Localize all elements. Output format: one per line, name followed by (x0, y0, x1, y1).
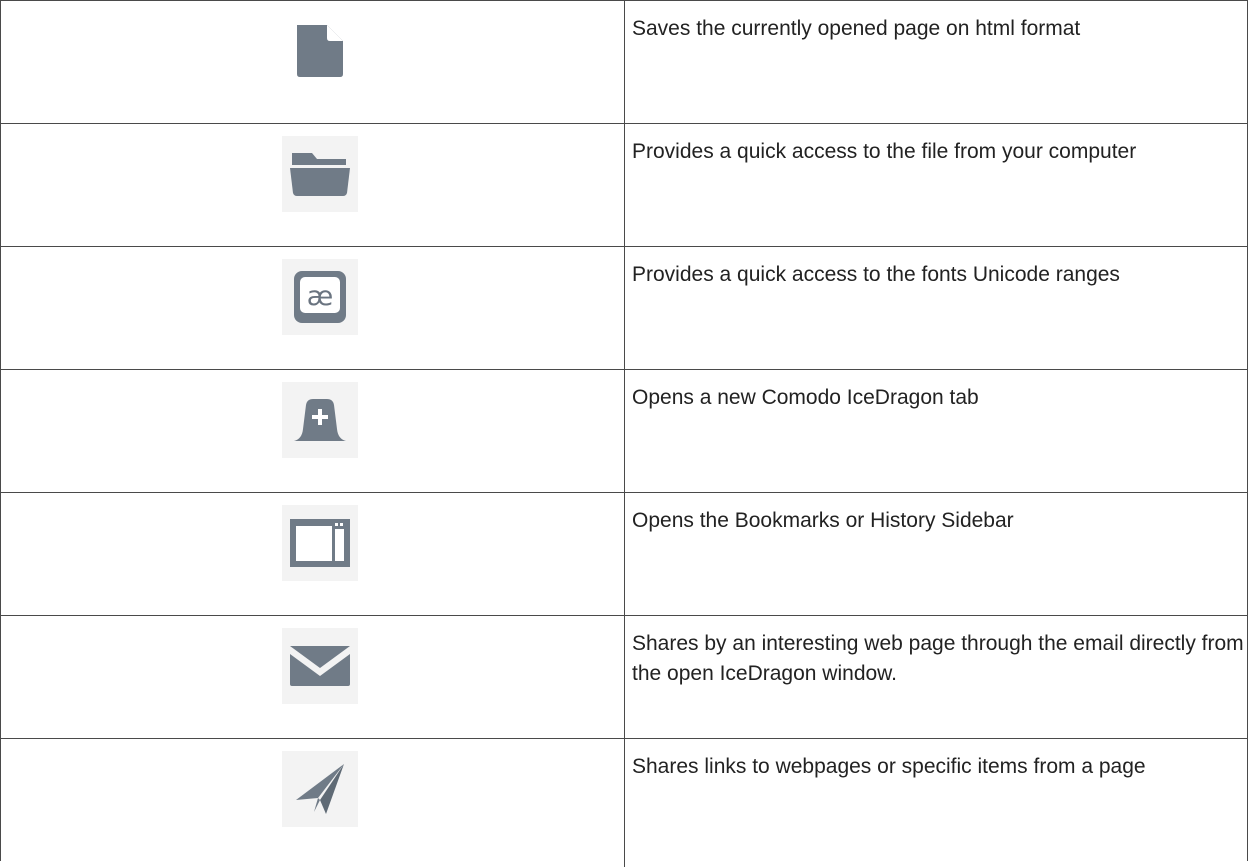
icon-cell (0, 370, 625, 492)
icon-cell (0, 493, 625, 615)
table-row: Shares by an interesting web page throug… (0, 615, 1248, 738)
icon-cell (0, 1, 625, 123)
svg-text:æ: æ (307, 281, 334, 312)
icon-cell (0, 739, 625, 867)
new-tab-icon (282, 382, 358, 458)
icon-cell (0, 124, 625, 246)
icon-cell: æ (0, 247, 625, 369)
description: Provides a quick access to the fonts Uni… (632, 263, 1120, 286)
table-row: Shares links to webpages or specific ite… (0, 738, 1248, 867)
description: Provides a quick access to the file from… (632, 140, 1137, 163)
icon-cell (0, 616, 625, 738)
description: Opens the Bookmarks or History Sidebar (632, 509, 1014, 532)
sidebar-icon (282, 505, 358, 581)
toolbar-buttons-table: Saves the currently opened page on html … (0, 0, 1248, 867)
email-icon (282, 628, 358, 704)
description: Saves the currently opened page on html … (632, 17, 1081, 40)
open-folder-icon (282, 136, 358, 212)
table-row: Opens a new Comodo IceDragon tab (0, 369, 1248, 492)
new-page-icon (282, 13, 358, 89)
description: Shares links to webpages or specific ite… (632, 755, 1146, 778)
table-row: Saves the currently opened page on html … (0, 0, 1248, 123)
description: Opens a new Comodo IceDragon tab (632, 386, 979, 409)
description: Shares by an interesting web page throug… (632, 632, 1244, 685)
character-encoding-icon: æ (282, 259, 358, 335)
share-plane-icon (282, 751, 358, 827)
table-row: Provides a quick access to the file from… (0, 123, 1248, 246)
table-row: Opens the Bookmarks or History Sidebar (0, 492, 1248, 615)
table-row: æ Provides a quick access to the fonts U… (0, 246, 1248, 369)
